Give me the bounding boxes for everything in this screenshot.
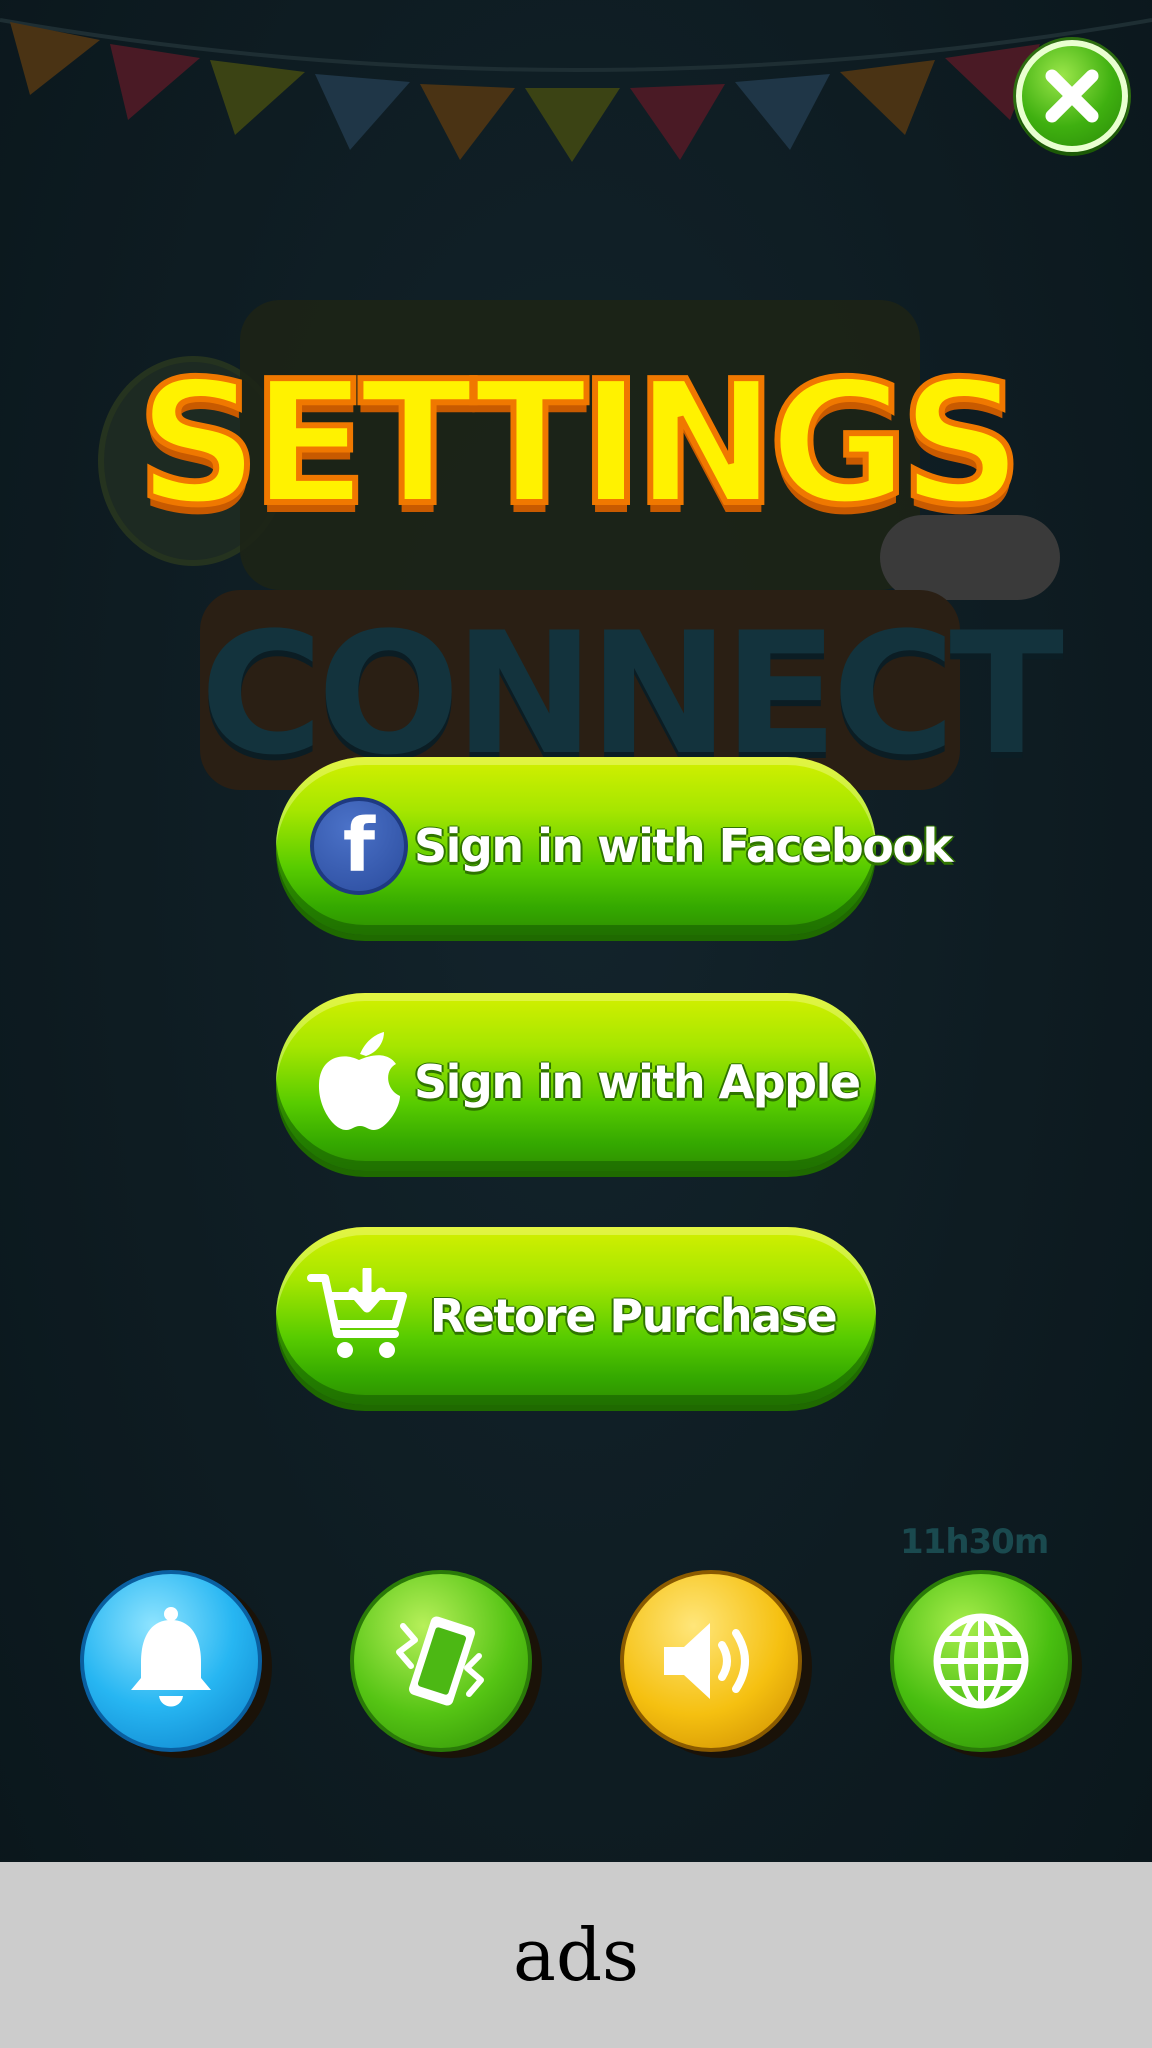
globe-icon bbox=[933, 1613, 1029, 1709]
facebook-signin-button[interactable]: f Sign in with Facebook bbox=[276, 757, 953, 935]
bell-icon bbox=[131, 1607, 211, 1707]
restore-purchase-label: Retore Purchase bbox=[429, 1289, 838, 1343]
speaker-icon bbox=[664, 1623, 749, 1699]
vibrate-phone-icon bbox=[396, 1616, 484, 1706]
notifications-toggle[interactable] bbox=[80, 1570, 262, 1752]
cart-download-icon bbox=[307, 1268, 407, 1358]
ads-label: ads bbox=[513, 1913, 639, 1997]
apple-signin-button[interactable]: Sign in with Apple bbox=[276, 993, 876, 1171]
timer-text: 11h30m bbox=[900, 1522, 1049, 1562]
close-icon bbox=[1045, 69, 1099, 123]
close-button[interactable] bbox=[1016, 40, 1128, 152]
page-title: SETTINGS bbox=[134, 342, 1026, 546]
bunting-decoration bbox=[0, 18, 1152, 162]
apple-signin-label: Sign in with Apple bbox=[414, 1055, 861, 1109]
facebook-signin-label: Sign in with Facebook bbox=[414, 819, 953, 873]
sound-toggle[interactable] bbox=[620, 1570, 802, 1752]
restore-purchase-button[interactable]: Retore Purchase bbox=[276, 1227, 876, 1405]
language-toggle[interactable] bbox=[890, 1570, 1072, 1752]
apple-icon bbox=[318, 1032, 400, 1130]
ads-banner[interactable]: ads bbox=[0, 1862, 1152, 2048]
vibration-toggle[interactable] bbox=[350, 1570, 532, 1752]
facebook-icon: f bbox=[310, 797, 408, 895]
